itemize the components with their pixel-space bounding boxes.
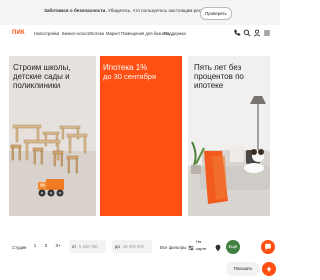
promo-card-interest-free[interactable]: Пять лет без процентов по ипотеке bbox=[188, 56, 270, 216]
card-subtitle-mortgage-1: до 30 сентября bbox=[103, 72, 157, 81]
security-message: Заботимся о безопасности. Убедитесь, что… bbox=[44, 8, 225, 13]
map-label-line1: На bbox=[196, 239, 202, 244]
nav-item-mortgage[interactable]: Ипотека bbox=[88, 31, 104, 36]
chat-icon bbox=[265, 243, 271, 251]
room-option-3plus[interactable]: 3+ bbox=[53, 241, 63, 251]
filter-sliders-icon bbox=[188, 245, 193, 251]
phone-icon[interactable] bbox=[233, 29, 241, 37]
show-button[interactable]: Показать bbox=[226, 262, 260, 276]
menu-icon[interactable] bbox=[263, 29, 271, 37]
all-filters-label: Все фильтры bbox=[160, 245, 187, 251]
card-title-interest-free: Пять лет без процентов по ипотеке bbox=[194, 63, 244, 90]
room-option-2[interactable]: 2 bbox=[41, 241, 51, 251]
security-banner: Заботимся о безопасности. Убедитесь, что… bbox=[0, 0, 280, 25]
check-button[interactable]: Проверить bbox=[200, 7, 232, 20]
pik-logo[interactable]: ПИК bbox=[12, 30, 25, 36]
nav-item-support[interactable]: Поддержка bbox=[164, 31, 186, 36]
card-title-mortgage-1: Ипотека 1% bbox=[103, 63, 148, 72]
price-to-value: 26 000 000 bbox=[123, 244, 144, 249]
room-option-1[interactable]: 1 bbox=[30, 241, 40, 251]
price-from-prefix: от bbox=[72, 244, 77, 249]
studio-option[interactable]: Студия bbox=[12, 245, 26, 250]
nav-item-commercial[interactable]: Помещения для бизнеса bbox=[121, 31, 169, 36]
map-toggle[interactable]: На карте bbox=[196, 238, 210, 258]
nav-item-market[interactable]: Маркет bbox=[106, 31, 120, 36]
map-pin-icon bbox=[215, 244, 221, 252]
floating-action-button[interactable] bbox=[261, 240, 275, 254]
promo-card-mortgage-1[interactable]: Ипотека 1% до 30 сентября bbox=[100, 56, 182, 216]
price-from-input[interactable]: от 5 258 750 bbox=[69, 240, 106, 253]
search-icon[interactable] bbox=[243, 29, 251, 37]
security-message-bold: Заботимся о безопасности. bbox=[44, 8, 107, 13]
price-to-input[interactable]: до 26 000 000 bbox=[112, 240, 152, 253]
card-title-schools: Строим школы, детские сады и поликлиники bbox=[13, 63, 71, 90]
promo-card-schools[interactable]: Строим школы, детские сады и поликлиники bbox=[9, 56, 96, 216]
nav-item-business-class[interactable]: Бизнес-класс bbox=[62, 31, 88, 36]
nav-item-new-buildings[interactable]: Новостройки bbox=[34, 31, 59, 36]
more-button[interactable]: Ещё bbox=[226, 240, 240, 254]
map-label-line2: карте bbox=[196, 246, 207, 251]
profile-icon[interactable] bbox=[253, 29, 261, 37]
scroll-top-button[interactable] bbox=[262, 262, 276, 276]
all-filters-button[interactable]: Все фильтры bbox=[160, 245, 194, 251]
price-from-value: 5 258 750 bbox=[79, 244, 98, 249]
price-to-prefix: до bbox=[115, 244, 120, 249]
arrow-up-icon bbox=[266, 266, 272, 272]
